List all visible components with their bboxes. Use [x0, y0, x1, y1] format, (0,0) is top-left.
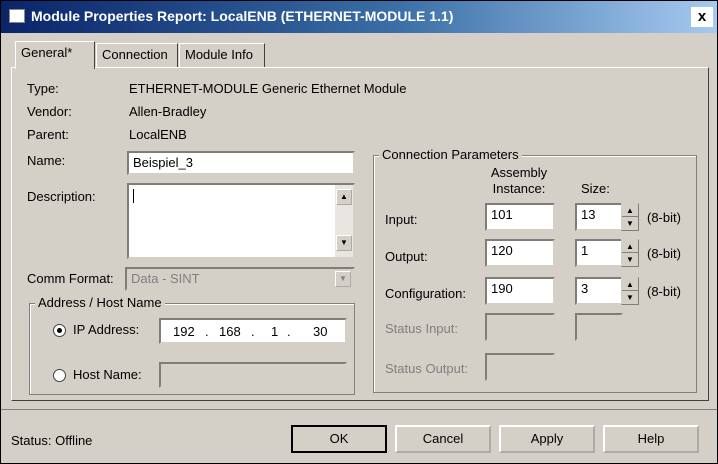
comm-format-label: Comm Format:	[27, 271, 114, 286]
spin-up-icon[interactable]: ▲	[622, 278, 638, 291]
input-instance-field[interactable]: 101	[485, 203, 555, 231]
ip-octet-2: 168	[219, 324, 241, 339]
spin-down-icon[interactable]: ▼	[622, 217, 638, 230]
configuration-size-spinner[interactable]: ▲ ▼	[621, 277, 639, 305]
configuration-label: Configuration:	[385, 286, 466, 301]
ip-octet-4: 30	[313, 324, 328, 339]
tab-connection-label: Connection	[102, 47, 168, 62]
output-instance-field[interactable]: 120	[485, 239, 555, 267]
assembly-instance-header: Assembly Instance:	[490, 165, 548, 196]
name-label: Name:	[27, 153, 66, 168]
window-title: Module Properties Report: LocalENB (ETHE…	[31, 8, 454, 24]
comm-format-value: Data - SINT	[131, 271, 200, 286]
status-input-instance-field	[485, 313, 555, 341]
input-size-field[interactable]: 13	[575, 203, 623, 231]
output-size-spinner[interactable]: ▲ ▼	[621, 239, 639, 267]
output-size-field[interactable]: 1	[575, 239, 623, 267]
status-input-size-field	[575, 313, 623, 341]
scroll-up-icon[interactable]: ▲	[336, 189, 352, 205]
name-input[interactable]: Beispiel_3	[127, 151, 355, 175]
module-properties-dialog: Module Properties Report: LocalENB (ETHE…	[0, 0, 718, 464]
host-name-label: Host Name:	[73, 367, 142, 382]
close-icon: x	[697, 8, 707, 25]
tab-general[interactable]: General*	[15, 41, 95, 69]
help-button[interactable]: Help	[603, 425, 699, 453]
cancel-button[interactable]: Cancel	[395, 425, 491, 453]
host-name-input[interactable]	[159, 362, 347, 388]
comm-format-select[interactable]: Data - SINT ▼	[125, 267, 355, 291]
ip-address-input[interactable]: 192 . 168 . 1 . 30	[159, 318, 347, 344]
close-button[interactable]: x	[691, 7, 713, 27]
status-text: Status: Offline	[11, 433, 93, 448]
title-bar[interactable]: Module Properties Report: LocalENB (ETHE…	[1, 1, 717, 33]
ip-address-label: IP Address:	[73, 322, 140, 337]
status-output-label: Status Output:	[385, 361, 469, 376]
spin-up-icon[interactable]: ▲	[622, 204, 638, 217]
chevron-down-icon[interactable]: ▼	[335, 271, 351, 287]
address-group-title: Address / Host Name	[35, 295, 165, 310]
configuration-instance-field[interactable]: 190	[485, 277, 555, 305]
configuration-size-unit: (8-bit)	[647, 284, 681, 299]
apply-button[interactable]: Apply	[499, 425, 595, 453]
tab-general-label: General*	[21, 45, 73, 60]
ip-octet-3: 1	[271, 324, 279, 339]
scroll-down-icon[interactable]: ▼	[336, 235, 352, 251]
window-icon	[9, 9, 25, 23]
status-output-instance-field	[485, 353, 555, 381]
ip-address-radio[interactable]	[53, 324, 66, 337]
host-name-radio[interactable]	[53, 369, 66, 382]
configuration-size-field[interactable]: 3	[575, 277, 623, 305]
text-cursor	[133, 189, 134, 203]
parent-value: LocalENB	[129, 127, 187, 142]
description-label: Description:	[27, 189, 96, 204]
footer-divider	[1, 409, 717, 410]
input-size-spinner[interactable]: ▲ ▼	[621, 203, 639, 231]
input-size-unit: (8-bit)	[647, 210, 681, 225]
input-label: Input:	[385, 212, 418, 227]
size-header: Size:	[581, 181, 610, 196]
connection-parameters-title: Connection Parameters	[379, 147, 522, 162]
tab-module-info[interactable]: Module Info	[179, 43, 265, 67]
vendor-label: Vendor:	[27, 104, 72, 119]
type-value: ETHERNET-MODULE Generic Ethernet Module	[129, 81, 407, 96]
status-input-label: Status Input:	[385, 321, 458, 336]
description-scrollbar[interactable]: ▲ ▼	[335, 185, 353, 257]
output-label: Output:	[385, 249, 428, 264]
tab-connection[interactable]: Connection	[96, 43, 178, 67]
spin-down-icon[interactable]: ▼	[622, 253, 638, 266]
tab-module-info-label: Module Info	[185, 47, 253, 62]
spin-down-icon[interactable]: ▼	[622, 291, 638, 304]
parent-label: Parent:	[27, 127, 69, 142]
ip-octet-1: 192	[173, 324, 195, 339]
output-size-unit: (8-bit)	[647, 246, 681, 261]
spin-up-icon[interactable]: ▲	[622, 240, 638, 253]
description-textarea[interactable]: ▲ ▼	[127, 183, 355, 259]
vendor-value: Allen-Bradley	[129, 104, 207, 119]
type-label: Type:	[27, 81, 59, 96]
ok-button[interactable]: OK	[291, 425, 387, 453]
